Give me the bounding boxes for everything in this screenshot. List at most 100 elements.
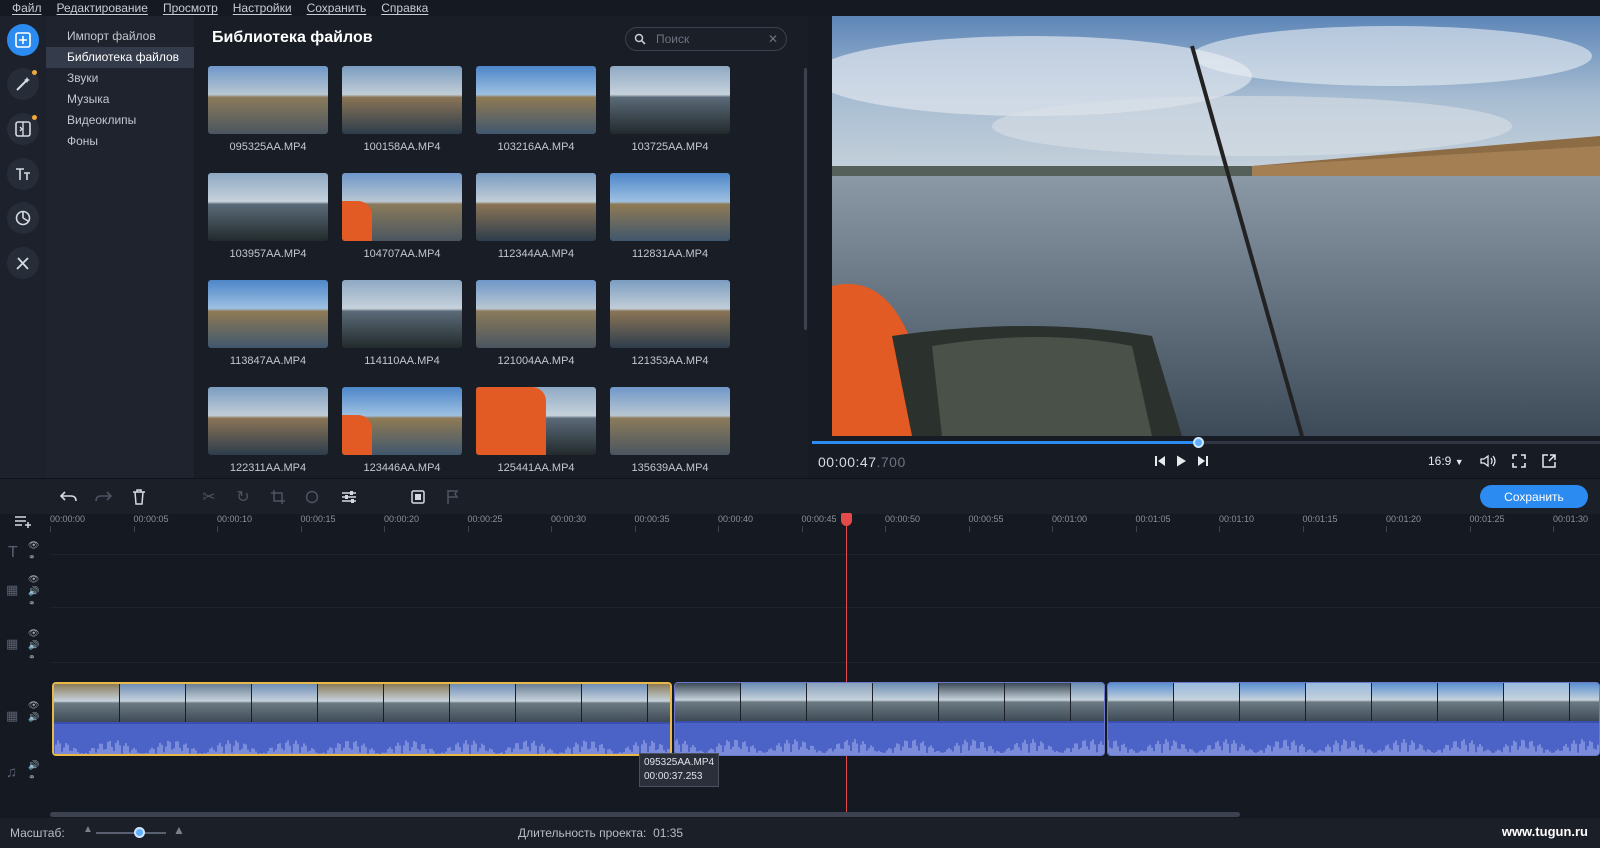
video-preview[interactable]: [832, 16, 1600, 436]
link-icon[interactable]: ⚭: [28, 772, 36, 783]
film-track-icon: ▦: [6, 708, 19, 723]
clip-frame: [1306, 683, 1372, 721]
library-file-item[interactable]: 123446AA.MP4: [342, 387, 462, 474]
menu-file[interactable]: Файл: [12, 1, 42, 15]
fullscreen-button[interactable]: [1512, 454, 1526, 471]
library-file-item[interactable]: 122311AA.MP4: [208, 387, 328, 474]
menu-view[interactable]: Просмотр: [163, 1, 218, 15]
marker-button[interactable]: [443, 487, 463, 507]
nav-sounds[interactable]: Звуки: [46, 68, 194, 89]
link-icon[interactable]: ⚭: [28, 652, 36, 663]
nav-import-files[interactable]: Импорт файлов: [46, 26, 194, 47]
library-file-item[interactable]: 103725AA.MP4: [610, 66, 730, 153]
video-clip-2[interactable]: [674, 682, 1105, 756]
undo-button[interactable]: [59, 487, 79, 507]
skip-forward-icon: [1198, 456, 1208, 466]
timeline-scrollbar[interactable]: [50, 812, 1240, 817]
prev-frame-button[interactable]: [1153, 454, 1167, 471]
redo-button[interactable]: [93, 487, 113, 507]
nav-music[interactable]: Музыка: [46, 89, 194, 110]
menu-save[interactable]: Сохранить: [307, 1, 367, 15]
ruler-tick-label: 00:01:00: [1052, 514, 1088, 532]
nav-videoclips[interactable]: Видеоклипы: [46, 110, 194, 131]
play-button[interactable]: [1174, 454, 1188, 471]
insert-clip-button[interactable]: [408, 487, 428, 507]
transitions-button[interactable]: [7, 113, 39, 145]
library-scrollbar[interactable]: [804, 68, 807, 330]
delete-button[interactable]: [129, 487, 149, 507]
library-file-item[interactable]: 121353AA.MP4: [610, 280, 730, 367]
library-file-item[interactable]: 112831AA.MP4: [610, 173, 730, 260]
overlay-icon: [411, 490, 425, 504]
speaker-icon[interactable]: 🔊: [28, 586, 39, 597]
menu-settings[interactable]: Настройки: [233, 1, 292, 15]
progress-handle[interactable]: [1193, 437, 1205, 448]
file-thumbnail: [208, 387, 328, 455]
stickers-button[interactable]: [7, 202, 39, 234]
zoom-slider-handle[interactable]: [134, 827, 145, 838]
file-thumbnail: [208, 173, 328, 241]
preview-progress-bar[interactable]: [812, 437, 1600, 448]
library-file-item[interactable]: 113847AA.MP4: [208, 280, 328, 367]
timecode-main: 00:00:47: [818, 454, 877, 470]
search-box[interactable]: ✕: [625, 27, 787, 51]
import-button[interactable]: [7, 24, 39, 56]
library-file-item[interactable]: 095325AA.MP4: [208, 66, 328, 153]
color-adjust-button[interactable]: [302, 487, 322, 507]
next-frame-button[interactable]: [1196, 454, 1210, 471]
filters-button[interactable]: [7, 68, 39, 100]
speaker-icon[interactable]: 🔊: [28, 712, 39, 723]
video-clip-3[interactable]: [1107, 682, 1600, 756]
library-file-item[interactable]: 114110AA.MP4: [342, 280, 462, 367]
library-file-item[interactable]: 121004AA.MP4: [476, 280, 596, 367]
volume-button[interactable]: [1480, 454, 1496, 471]
eye-icon[interactable]: 👁: [28, 574, 39, 585]
nav-backgrounds[interactable]: Фоны: [46, 131, 194, 152]
add-track-button[interactable]: [14, 514, 32, 535]
link-icon[interactable]: ⚭: [28, 598, 36, 609]
track-divider: [50, 607, 1600, 608]
tools-button[interactable]: [7, 247, 39, 279]
eye-icon[interactable]: 👁: [28, 628, 39, 639]
search-input[interactable]: [656, 32, 756, 46]
link-icon[interactable]: ⚭: [28, 552, 36, 563]
library-file-item[interactable]: 104707AA.MP4: [342, 173, 462, 260]
save-button[interactable]: Сохранить: [1480, 485, 1588, 508]
project-duration: Длительность проекта: 01:35: [518, 826, 683, 840]
library-file-item[interactable]: 112344AA.MP4: [476, 173, 596, 260]
video-clip-1[interactable]: [52, 682, 672, 756]
clear-search-icon[interactable]: ✕: [768, 32, 778, 46]
rotate-button[interactable]: ↻: [233, 487, 253, 507]
library-file-item[interactable]: 103216AA.MP4: [476, 66, 596, 153]
file-thumbnail: [610, 66, 730, 134]
titles-button[interactable]: [7, 158, 39, 190]
clip-audio-waveform: [54, 724, 670, 754]
zoom-in-icon[interactable]: ▲: [173, 823, 185, 837]
library-file-item[interactable]: 125441AA.MP4: [476, 387, 596, 474]
zoom-out-icon[interactable]: ▲: [83, 824, 93, 835]
library-file-item[interactable]: 100158AA.MP4: [342, 66, 462, 153]
clip-frame: [318, 684, 384, 722]
nav-file-library[interactable]: Библиотека файлов: [46, 47, 194, 68]
library-file-item[interactable]: 103957AA.MP4: [208, 173, 328, 260]
speaker-icon[interactable]: 🔊: [28, 760, 39, 771]
zoom-slider[interactable]: [96, 832, 166, 834]
skip-back-icon: [1155, 456, 1165, 466]
detach-preview-button[interactable]: [1542, 454, 1556, 471]
eye-icon[interactable]: 👁: [28, 700, 39, 711]
menu-help[interactable]: Справка: [381, 1, 428, 15]
time-ruler[interactable]: 00:00:00 00:00:05 00:00:10 00:00:15 00:00:20…: [50, 514, 1600, 534]
eye-icon[interactable]: 👁: [28, 540, 39, 551]
clip-properties-button[interactable]: [339, 487, 359, 507]
library-file-item[interactable]: 135639AA.MP4: [610, 387, 730, 474]
aspect-ratio-select[interactable]: 16:9 ▼: [1428, 454, 1464, 468]
duration-label: Длительность проекта:: [518, 826, 647, 840]
waveform: [1108, 739, 1599, 755]
speaker-icon[interactable]: 🔊: [28, 640, 39, 651]
menu-edit[interactable]: Редактирование: [57, 1, 148, 15]
notification-dot: [32, 70, 37, 75]
crop-button[interactable]: [268, 487, 288, 507]
split-button[interactable]: ✂: [199, 487, 219, 507]
aspect-ratio-value: 16:9: [1428, 454, 1452, 468]
playhead[interactable]: [846, 514, 847, 814]
